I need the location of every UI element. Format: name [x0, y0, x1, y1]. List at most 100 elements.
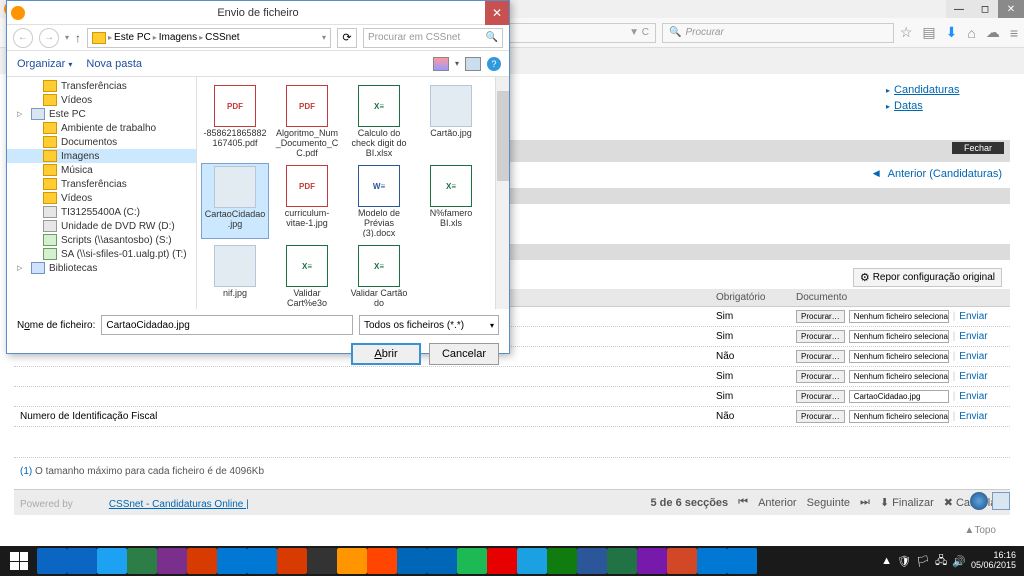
tree-item[interactable]: Música: [7, 163, 196, 177]
home-icon[interactable]: ⌂: [967, 25, 975, 41]
file-item[interactable]: X≡Validar Cartão do: [345, 243, 413, 309]
taskbar-app[interactable]: [577, 548, 607, 574]
minimize-button[interactable]: —: [946, 0, 972, 18]
globe-icon[interactable]: [970, 492, 988, 510]
tray-shield-icon[interactable]: 🛡: [897, 555, 911, 568]
file-item[interactable]: X≡Validar Cart%e3o: [273, 243, 341, 309]
taskbar-app[interactable]: [37, 548, 67, 574]
enviar-link[interactable]: Enviar: [959, 391, 987, 402]
enviar-link[interactable]: Enviar: [959, 411, 987, 422]
taskbar-app[interactable]: [367, 548, 397, 574]
folder-tree[interactable]: TransferênciasVídeos▷Este PCAmbiente de …: [7, 77, 197, 309]
taskbar-app[interactable]: [547, 548, 577, 574]
taskbar-app[interactable]: [667, 548, 697, 574]
help-icon[interactable]: ?: [487, 57, 501, 71]
start-button[interactable]: [2, 548, 36, 574]
tree-item[interactable]: Documentos: [7, 135, 196, 149]
back-to-top[interactable]: ▲ Topo: [14, 515, 1010, 536]
enviar-link[interactable]: Enviar: [959, 331, 987, 342]
taskbar-app[interactable]: [607, 548, 637, 574]
file-item[interactable]: PDF-858621865882167405.pdf: [201, 83, 269, 159]
enviar-link[interactable]: Enviar: [959, 371, 987, 382]
new-folder-button[interactable]: Nova pasta: [86, 58, 142, 70]
tree-item[interactable]: ▷Este PC: [7, 107, 196, 121]
tray-volume-icon[interactable]: 🔊: [952, 555, 966, 568]
maximize-button[interactable]: ◻: [972, 0, 998, 18]
tray-flag-icon[interactable]: 🏳: [916, 555, 930, 568]
nav-forward-button[interactable]: →: [39, 28, 59, 48]
anterior-candidaturas-link[interactable]: Anterior (Candidaturas): [888, 168, 1002, 180]
last-button[interactable]: ⏭: [860, 496, 870, 509]
browser-search[interactable]: 🔍 Procurar: [662, 23, 894, 43]
sidebar-item[interactable]: ▸Candidaturas: [886, 82, 1010, 98]
first-button[interactable]: ⏮: [738, 496, 748, 509]
filename-input[interactable]: [101, 315, 353, 335]
browse-button[interactable]: Procurar…: [796, 350, 845, 363]
taskbar-app[interactable]: [727, 548, 757, 574]
file-grid[interactable]: PDF-858621865882167405.pdfPDFAlgoritmo_N…: [197, 77, 509, 309]
file-item[interactable]: X≡N%famero BI.xls: [417, 163, 485, 239]
taskbar-app[interactable]: [67, 548, 97, 574]
list-icon[interactable]: ▤: [922, 24, 935, 41]
tree-item[interactable]: Scripts (\\asantosbo) (S:): [7, 233, 196, 247]
filetype-select[interactable]: Todos os ficheiros (*.*)▾: [359, 315, 499, 335]
taskbar-app[interactable]: [97, 548, 127, 574]
taskbar-app[interactable]: [157, 548, 187, 574]
taskbar-app[interactable]: [517, 548, 547, 574]
cssnet-link[interactable]: CSSnet - Candidaturas Online |: [109, 499, 249, 510]
download-icon[interactable]: ⬇: [946, 24, 958, 41]
enviar-link[interactable]: Enviar: [959, 351, 987, 362]
mail-icon[interactable]: [992, 492, 1010, 510]
file-item[interactable]: W≡Modelo de Prévias (3).docx: [345, 163, 413, 239]
tree-item[interactable]: Imagens: [7, 149, 196, 163]
dialog-search[interactable]: Procurar em CSSnet 🔍: [363, 28, 503, 48]
clock[interactable]: 16:16 05/06/2015: [971, 551, 1016, 571]
reset-config-button[interactable]: ⚙ Repor configuração original: [853, 268, 1002, 287]
preview-icon[interactable]: [465, 57, 481, 71]
tree-item[interactable]: ▷Bibliotecas: [7, 261, 196, 275]
taskbar-app[interactable]: [127, 548, 157, 574]
tray-up-icon[interactable]: ▲: [881, 555, 892, 567]
taskbar-app[interactable]: [427, 548, 457, 574]
browse-button[interactable]: Procurar…: [796, 410, 845, 423]
browse-button[interactable]: Procurar…: [796, 370, 845, 383]
tree-item[interactable]: Transferências: [7, 177, 196, 191]
sidebar-item[interactable]: ▸Datas: [886, 98, 1010, 114]
taskbar-app[interactable]: [187, 548, 217, 574]
panel-close-button[interactable]: Fechar: [952, 142, 1004, 154]
taskbar-app[interactable]: [337, 548, 367, 574]
crumb-este-pc[interactable]: Este PC: [114, 32, 151, 43]
window-close-button[interactable]: ✕: [998, 0, 1024, 18]
file-item[interactable]: X≡Calculo do check digit do BI.xlsx: [345, 83, 413, 159]
anterior-button[interactable]: Anterior: [758, 497, 797, 509]
taskbar-app[interactable]: [487, 548, 517, 574]
refresh-button[interactable]: ⟳: [337, 28, 357, 48]
view-icon[interactable]: [433, 57, 449, 71]
breadcrumb[interactable]: ▸ Este PC ▸ Imagens ▸ CSSnet ▾: [87, 28, 331, 48]
file-item[interactable]: PDFAlgoritmo_Num_Documento_CC.pdf: [273, 83, 341, 159]
scrollbar[interactable]: [495, 77, 509, 309]
tree-item[interactable]: SA (\\si-sfiles-01.ualg.pt) (T:): [7, 247, 196, 261]
tree-item[interactable]: Vídeos: [7, 93, 196, 107]
nav-up-button[interactable]: ↑: [75, 31, 81, 45]
open-button[interactable]: Abrir: [351, 343, 421, 365]
nav-back-button[interactable]: ←: [13, 28, 33, 48]
browse-button[interactable]: Procurar…: [796, 330, 845, 343]
dialog-close-button[interactable]: ✕: [485, 1, 509, 25]
crumb-cssnet[interactable]: CSSnet: [205, 32, 239, 43]
menu-icon[interactable]: ≡: [1010, 25, 1018, 41]
tree-item[interactable]: Vídeos: [7, 191, 196, 205]
cancel-button[interactable]: Cancelar: [429, 343, 499, 365]
tree-item[interactable]: Ambiente de trabalho: [7, 121, 196, 135]
file-item[interactable]: CartaoCidadao.jpg: [201, 163, 269, 239]
organize-menu[interactable]: Organizar ▾: [17, 58, 72, 70]
file-item[interactable]: PDFcurriculum-vitae-1.jpg: [273, 163, 341, 239]
browse-button[interactable]: Procurar…: [796, 390, 845, 403]
finalizar-button[interactable]: ⬇ Finalizar: [880, 496, 934, 509]
enviar-link[interactable]: Enviar: [959, 311, 987, 322]
taskbar-app[interactable]: [457, 548, 487, 574]
taskbar-app[interactable]: [247, 548, 277, 574]
seguinte-button[interactable]: Seguinte: [807, 497, 850, 509]
tree-item[interactable]: Transferências: [7, 79, 196, 93]
taskbar-app[interactable]: [637, 548, 667, 574]
